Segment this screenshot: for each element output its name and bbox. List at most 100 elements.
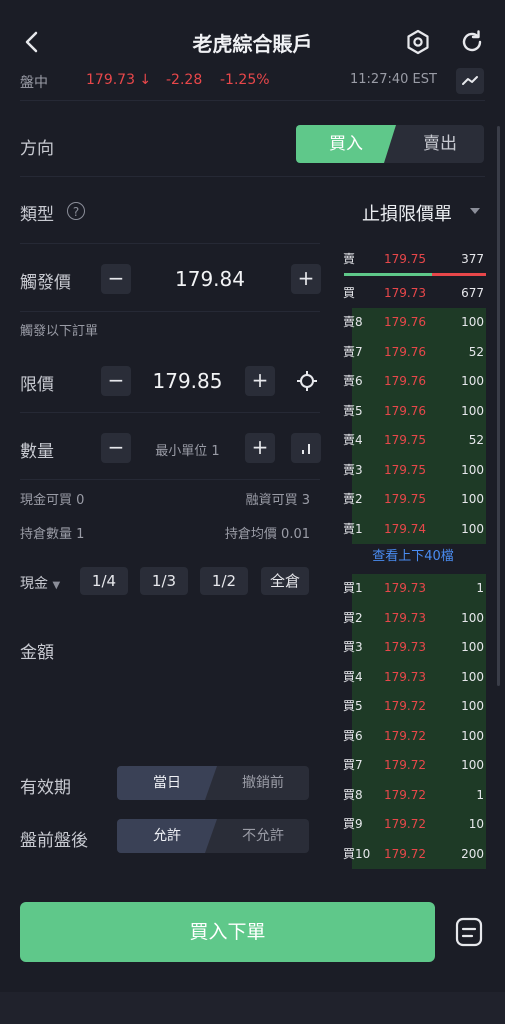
- limit-minus-button[interactable]: −: [101, 366, 131, 396]
- level-qty: 100: [461, 758, 484, 772]
- extended-allow-option[interactable]: 允許: [117, 819, 217, 853]
- position-average-price: 持倉均價 0.01: [224, 527, 310, 542]
- quantity-plus-button[interactable]: +: [245, 433, 275, 463]
- direction-toggle[interactable]: 買入 賣出: [296, 125, 484, 163]
- level-qty: 1: [476, 581, 484, 595]
- level-qty: 200: [461, 846, 484, 861]
- divider: [20, 243, 320, 244]
- position-quantity: 持倉數量 1: [20, 527, 85, 542]
- level-qty: 10: [468, 817, 484, 831]
- level-label: 買7: [343, 758, 363, 772]
- level-price: 179.75: [384, 433, 426, 447]
- fraction-quarter-button[interactable]: 1/4: [80, 567, 128, 595]
- bid-level-row[interactable]: 買9 179.72 10: [340, 810, 486, 840]
- level-qty: 52: [468, 433, 484, 447]
- level-qty: 100: [461, 640, 484, 654]
- trigger-price-input[interactable]: 179.84: [150, 267, 270, 291]
- trigger-plus-button[interactable]: +: [291, 264, 321, 294]
- level-label: 買1: [343, 581, 363, 595]
- direction-label: 方向: [20, 139, 54, 159]
- order-type-select[interactable]: 止損限價單: [362, 200, 452, 226]
- session-label: 盤中: [20, 75, 48, 91]
- validity-gtc-option[interactable]: 撤銷前: [217, 766, 309, 800]
- level-qty: 100: [461, 492, 484, 506]
- level-qty: 100: [461, 610, 484, 625]
- ask-level-row[interactable]: 賣4 179.75 52: [340, 426, 486, 456]
- level-price: 179.75: [384, 462, 426, 477]
- level-label: 買9: [343, 817, 363, 831]
- quote-time: 11:27:40 EST: [350, 72, 437, 87]
- level-label: 買6: [343, 728, 363, 743]
- level-price: 179.73: [384, 581, 426, 595]
- help-icon[interactable]: ?: [67, 202, 85, 220]
- bid-level-row[interactable]: 買3 179.73 100: [340, 633, 486, 663]
- level-qty: 100: [461, 728, 484, 743]
- level-price: 179.72: [384, 787, 426, 802]
- level-price: 179.74: [384, 521, 426, 536]
- bid-level-row[interactable]: 買8 179.72 1: [340, 780, 486, 810]
- fraction-third-button[interactable]: 1/3: [140, 567, 188, 595]
- fraction-half-button[interactable]: 1/2: [200, 567, 248, 595]
- bid-share-bar: [344, 273, 433, 276]
- quantity-bars-button[interactable]: [291, 433, 321, 463]
- bid-level-row[interactable]: 買10 179.72 200: [340, 839, 486, 869]
- ask-level-row[interactable]: 賣3 179.75 100: [340, 455, 486, 485]
- extended-disallow-option[interactable]: 不允許: [217, 819, 309, 853]
- spread-bar: [344, 273, 486, 276]
- bid-level-row[interactable]: 買4 179.73 100: [340, 662, 486, 692]
- level-label: 賣5: [343, 403, 363, 418]
- submit-order-button[interactable]: 買入下單: [20, 902, 435, 962]
- bottom-bar: [0, 992, 505, 1024]
- full-position-button[interactable]: 全倉: [261, 567, 309, 595]
- chevron-down-icon[interactable]: [470, 208, 480, 214]
- level-label: 買3: [343, 640, 363, 654]
- level-price: 179.72: [384, 758, 426, 772]
- scrollbar[interactable]: [497, 126, 500, 686]
- best-bid-qty: 677: [461, 286, 484, 300]
- ask-level-row[interactable]: 賣8 179.76 100: [340, 308, 486, 338]
- caret-down-icon: ▼: [52, 580, 61, 591]
- buy-tab[interactable]: 買入: [296, 125, 396, 163]
- refresh-icon[interactable]: [458, 28, 486, 56]
- bid-level-row[interactable]: 買1 179.73 1: [340, 574, 486, 604]
- level-qty: 100: [461, 699, 484, 713]
- sell-tab[interactable]: 賣出: [396, 125, 484, 163]
- level-label: 賣8: [343, 315, 363, 329]
- account-type-select[interactable]: 現金 ▼: [20, 573, 60, 593]
- ask-level-row[interactable]: 賣5 179.76 100: [340, 396, 486, 426]
- crosshair-icon[interactable]: [292, 366, 322, 396]
- order-notes-icon[interactable]: [452, 915, 486, 949]
- trigger-minus-button[interactable]: −: [101, 264, 131, 294]
- level-qty: 52: [468, 344, 484, 359]
- level-price: 179.72: [384, 846, 426, 861]
- ask-level-row[interactable]: 賣1 179.74 100: [340, 514, 486, 544]
- limit-price-input[interactable]: 179.85: [130, 369, 245, 393]
- quantity-input[interactable]: 最小單位 1: [140, 440, 235, 459]
- settings-hexagon-icon[interactable]: [404, 28, 432, 56]
- level-label: 賣6: [343, 374, 363, 388]
- trigger-hint: 觸發以下訂單: [20, 324, 99, 339]
- best-bid-price: 179.73: [384, 286, 426, 300]
- bid-level-row[interactable]: 買5 179.72 100: [340, 692, 486, 722]
- limit-plus-button[interactable]: +: [245, 366, 275, 396]
- ask-level-row[interactable]: 賣2 179.75 100: [340, 485, 486, 515]
- divider: [20, 176, 485, 177]
- quantity-minus-button[interactable]: −: [101, 433, 131, 463]
- divider: [20, 311, 320, 312]
- mini-chart-button[interactable]: [456, 68, 484, 94]
- validity-day-option[interactable]: 當日: [117, 766, 217, 800]
- bid-level-row[interactable]: 買2 179.73 100: [340, 603, 486, 633]
- bid-level-row[interactable]: 買7 179.72 100: [340, 751, 486, 781]
- ask-level-row[interactable]: 賣7 179.76 52: [340, 337, 486, 367]
- level-qty: 100: [461, 669, 484, 684]
- level-qty: 100: [461, 462, 484, 477]
- view-40-levels-link[interactable]: 查看上下40檔: [340, 545, 486, 564]
- ask-level-row[interactable]: 賣6 179.76 100: [340, 367, 486, 397]
- level-price: 179.72: [384, 728, 426, 743]
- level-price: 179.73: [384, 610, 426, 625]
- bid-level-row[interactable]: 買6 179.72 100: [340, 721, 486, 751]
- level-label: 買8: [343, 787, 363, 802]
- level-price: 179.72: [384, 817, 426, 831]
- validity-toggle[interactable]: 當日 撤銷前: [117, 766, 309, 800]
- extended-hours-toggle[interactable]: 允許 不允許: [117, 819, 309, 853]
